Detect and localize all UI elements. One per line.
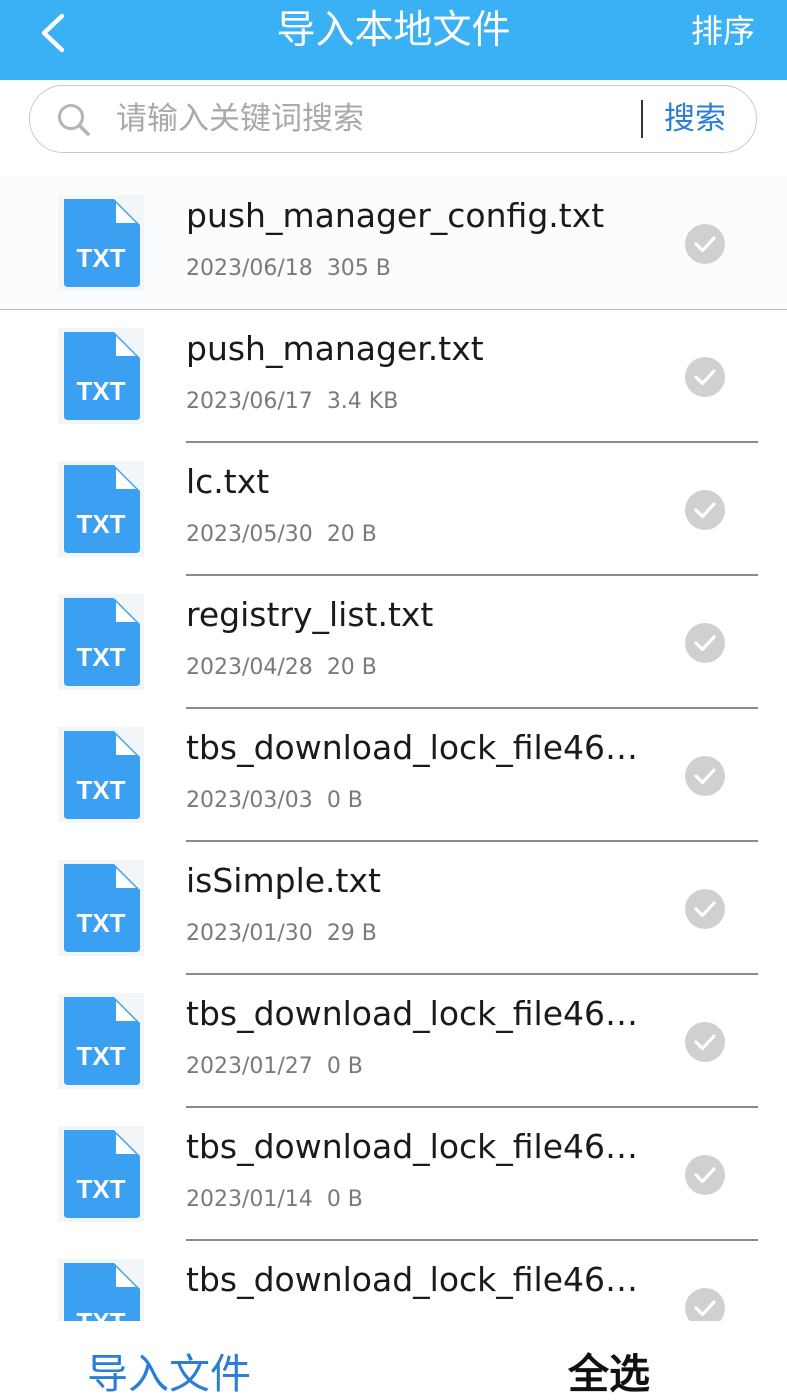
file-date: 2023/04/28 [186, 655, 313, 680]
search-divider [641, 100, 643, 138]
file-meta: 2023/06/17 3.4 KB [186, 388, 398, 416]
txt-file-icon: TXT [58, 328, 144, 424]
file-row[interactable]: TXT tbs_download_lock_file46… 2023/03/03 0 … [0, 709, 787, 842]
file-name: push_manager.txt [186, 329, 484, 368]
txt-file-icon: TXT [58, 594, 144, 690]
file-size: 0 B [326, 1054, 363, 1079]
file-size: 29 B [326, 921, 377, 946]
file-meta: 2023/04/28 20 B [186, 654, 377, 682]
file-row[interactable]: TXT push_manager_config.txt 2023/06/18 305 … [0, 177, 787, 310]
txt-icon-label: TXT [76, 1041, 125, 1071]
file-date: 2023/03/03 [186, 788, 313, 813]
txt-icon-label: TXT [76, 243, 125, 273]
file-row[interactable]: TXT tbs_download_lock_file46… 2023/01/27 0 … [0, 975, 787, 1108]
search-bar: 搜索 [29, 85, 757, 153]
file-meta: 2023/01/30 29 B [186, 920, 377, 948]
search-input[interactable] [116, 98, 626, 140]
file-name: lc.txt [186, 462, 270, 501]
file-row[interactable]: TXT isSimple.txt 2023/01/30 29 B [0, 842, 787, 975]
header-bar: 导入本地文件 排序 [0, 0, 787, 80]
check-circle-icon[interactable] [684, 223, 726, 265]
file-meta: 2023/01/27 0 B [186, 1053, 363, 1081]
file-name: registry_list.txt [186, 595, 434, 634]
file-meta: 2023/01/14 0 B [186, 1186, 363, 1214]
txt-file-icon: TXT [58, 195, 144, 291]
file-meta: 2023/06/18 305 B [186, 255, 391, 283]
file-date: 2023/05/30 [186, 522, 313, 547]
check-circle-icon[interactable] [684, 755, 726, 797]
file-size: 305 B [326, 256, 391, 281]
txt-file-icon: TXT [58, 1259, 144, 1321]
txt-icon-label: TXT [76, 642, 125, 672]
file-meta: 2023/05/30 20 B [186, 521, 377, 549]
file-name: tbs_download_lock_file46… [186, 994, 639, 1033]
file-row[interactable]: TXT push_manager.txt 2023/06/17 3.4 KB [0, 310, 787, 443]
txt-icon-label: TXT [76, 775, 125, 805]
check-circle-icon[interactable] [684, 888, 726, 930]
file-date: 2023/06/17 [186, 389, 313, 414]
txt-icon-label: TXT [76, 1307, 125, 1321]
check-circle-icon[interactable] [684, 1154, 726, 1196]
file-name: tbs_download_lock_file46… [186, 1260, 639, 1299]
txt-file-icon: TXT [58, 993, 144, 1089]
file-name: isSimple.txt [186, 861, 381, 900]
txt-file-icon: TXT [58, 461, 144, 557]
file-list[interactable]: TXT push_manager_config.txt 2023/06/18 305 … [0, 177, 787, 1321]
sort-button[interactable]: 排序 [691, 0, 755, 62]
txt-file-icon: TXT [58, 1126, 144, 1222]
check-circle-icon[interactable] [684, 1021, 726, 1063]
file-row[interactable]: TXT lc.txt 2023/05/30 20 B [0, 443, 787, 576]
txt-icon-label: TXT [76, 376, 125, 406]
check-circle-icon[interactable] [684, 489, 726, 531]
file-row[interactable]: TXT tbs_download_lock_file46… 2023/01/14 0 … [0, 1108, 787, 1241]
txt-file-icon: TXT [58, 727, 144, 823]
txt-icon-label: TXT [76, 1174, 125, 1204]
file-row[interactable]: TXT tbs_download_lock_file46… [0, 1241, 787, 1321]
file-size: 0 B [326, 1187, 363, 1212]
file-row[interactable]: TXT registry_list.txt 2023/04/28 20 B [0, 576, 787, 709]
file-meta: 2023/03/03 0 B [186, 787, 363, 815]
file-date: 2023/01/27 [186, 1054, 313, 1079]
check-circle-icon[interactable] [684, 622, 726, 664]
import-files-button[interactable]: 导入文件 [87, 1349, 251, 1399]
file-name: tbs_download_lock_file46… [186, 728, 639, 767]
check-circle-icon[interactable] [684, 356, 726, 398]
file-size: 20 B [326, 655, 377, 680]
check-circle-icon[interactable] [684, 1287, 726, 1321]
txt-icon-label: TXT [76, 509, 125, 539]
file-size: 20 B [326, 522, 377, 547]
file-date: 2023/01/30 [186, 921, 313, 946]
file-date: 2023/01/14 [186, 1187, 313, 1212]
txt-file-icon: TXT [58, 860, 144, 956]
search-icon [58, 104, 90, 136]
search-button[interactable]: 搜索 [664, 86, 726, 152]
page-title: 导入本地文件 [276, 8, 511, 53]
file-name: push_manager_config.txt [186, 196, 605, 235]
select-all-button[interactable]: 全选 [568, 1349, 650, 1399]
file-name: tbs_download_lock_file46… [186, 1127, 639, 1166]
file-date: 2023/06/18 [186, 256, 313, 281]
file-size: 0 B [326, 788, 363, 813]
txt-icon-label: TXT [76, 908, 125, 938]
bottom-action-bar: 导入文件 全选 [0, 1321, 787, 1400]
file-size: 3.4 KB [326, 389, 399, 414]
